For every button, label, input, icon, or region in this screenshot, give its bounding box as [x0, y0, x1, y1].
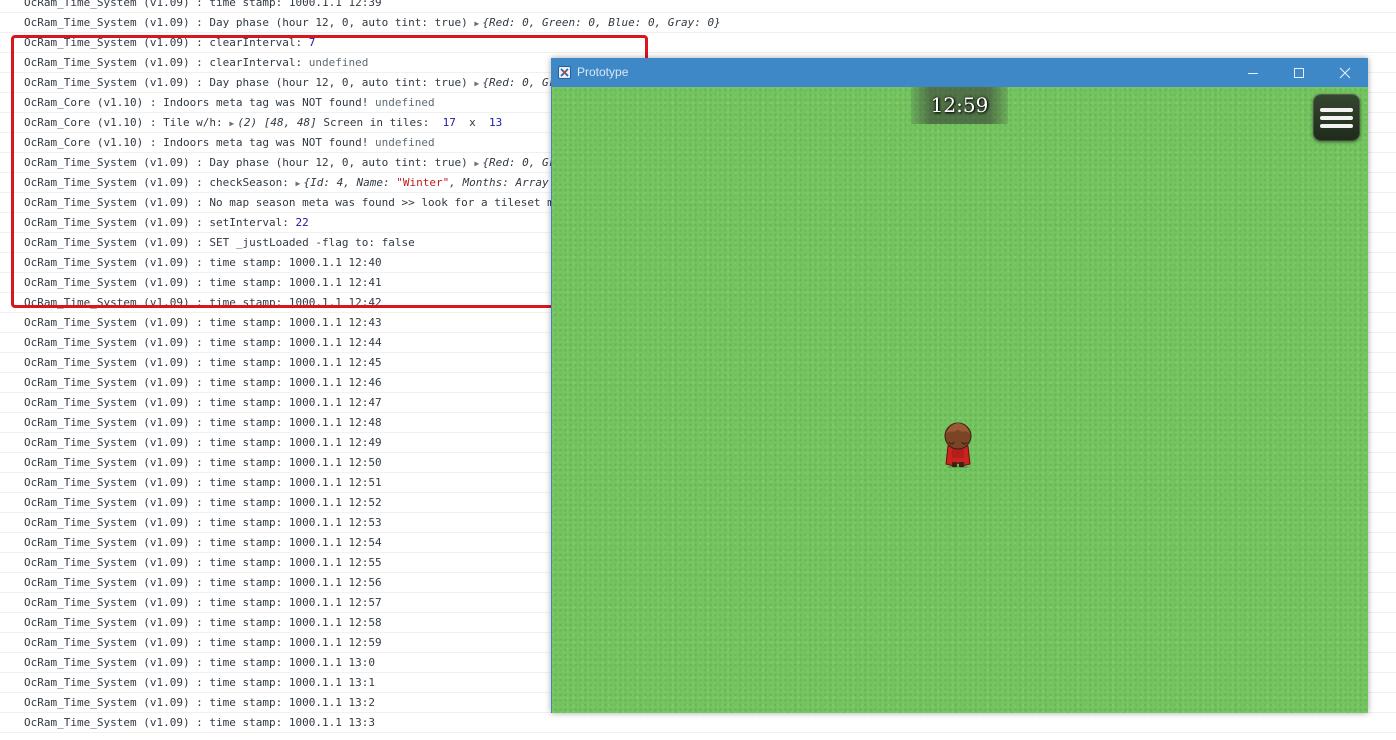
game-canvas[interactable]: 12:59 [552, 87, 1368, 713]
log-text: , Months: Array [449, 176, 549, 189]
log-text: OcRam_Time_System (v1.09) : SET _justLoa… [24, 236, 415, 249]
log-text: [48, 48] [263, 116, 317, 129]
log-text: OcRam_Time_System (v1.09) : time stamp: … [24, 336, 382, 349]
log-text: OcRam_Time_System (v1.09) : time stamp: … [24, 316, 382, 329]
log-text: OcRam_Time_System (v1.09) : time stamp: … [24, 456, 382, 469]
log-text: 0 [647, 16, 655, 29]
log-text: OcRam_Time_System (v1.09) : clearInterva… [24, 36, 309, 49]
maximize-button[interactable] [1276, 58, 1322, 87]
log-text: {Red: [482, 16, 523, 29]
game-window: Prototype 12:59 [551, 58, 1368, 713]
log-text: OcRam_Time_System (v1.09) : time stamp: … [24, 436, 382, 449]
log-text: 22 [295, 216, 309, 229]
log-text: OcRam_Core (v1.10) : Tile w/h: [24, 116, 230, 129]
log-text: OcRam_Time_System (v1.09) : time stamp: … [24, 696, 375, 709]
log-text: {Red: [482, 156, 523, 169]
close-button[interactable] [1322, 58, 1368, 87]
log-text: OcRam_Time_System (v1.09) : time stamp: … [24, 536, 382, 549]
log-text: OcRam_Time_System (v1.09) : Day phase (h… [24, 156, 475, 169]
log-text: OcRam_Core (v1.10) : Indoors meta tag wa… [24, 136, 375, 149]
log-text: OcRam_Time_System (v1.09) : time stamp: … [24, 416, 382, 429]
log-text: OcRam_Time_System (v1.09) : time stamp: … [24, 636, 382, 649]
log-text: OcRam_Time_System (v1.09) : time stamp: … [24, 356, 382, 369]
log-text: OcRam_Time_System (v1.09) : time stamp: … [24, 556, 382, 569]
log-text: OcRam_Time_System (v1.09) : time stamp: … [24, 676, 375, 689]
log-text: OcRam_Time_System (v1.09) : time stamp: … [24, 296, 382, 309]
player-character-sprite [944, 422, 972, 468]
log-text: OcRam_Time_System (v1.09) : time stamp: … [24, 496, 382, 509]
log-text: OcRam_Time_System (v1.09) : Day phase (h… [24, 16, 475, 29]
log-text: , Green: [528, 16, 589, 29]
log-text: OcRam_Time_System (v1.09) : time stamp: … [24, 516, 382, 529]
log-text: OcRam_Time_System (v1.09) : time stamp: … [24, 616, 382, 629]
title-bar[interactable]: Prototype [551, 58, 1368, 87]
log-text: OcRam_Time_System (v1.09) : setInterval: [24, 216, 296, 229]
log-text: OcRam_Time_System (v1.09) : time stamp: … [24, 656, 375, 669]
clock-time: 12:59 [930, 93, 989, 117]
console-log-row: OcRam_Time_System (v1.09) : Day phase (h… [0, 13, 1396, 33]
log-text: 0 [522, 76, 529, 89]
log-text: (2) [237, 116, 264, 129]
log-text: OcRam_Time_System (v1.09) : time stamp: … [24, 576, 382, 589]
minimize-button[interactable] [1230, 58, 1276, 87]
log-text: OcRam_Time_System (v1.09) : No map seaso… [24, 196, 554, 209]
log-text: OcRam_Time_System (v1.09) : time stamp: … [24, 596, 382, 609]
log-text: OcRam_Time_System (v1.09) : time stamp: … [24, 0, 382, 9]
menu-button[interactable] [1313, 94, 1360, 141]
log-text: OcRam_Time_System (v1.09) : clearInterva… [24, 56, 309, 69]
log-text: "Winter" [396, 176, 450, 189]
console-log-row: OcRam_Time_System (v1.09) : time stamp: … [0, 0, 1396, 13]
log-text: OcRam_Time_System (v1.09) : Day phase (h… [24, 76, 475, 89]
log-text: 0 [522, 156, 529, 169]
log-text: x [455, 116, 490, 129]
console-log-row: OcRam_Time_System (v1.09) : time stamp: … [0, 713, 1396, 733]
log-text: , Name: [343, 176, 397, 189]
log-text: OcRam_Time_System (v1.09) : checkSeason: [24, 176, 296, 189]
minimize-icon [1248, 72, 1258, 74]
log-text: , Blue: [594, 16, 648, 29]
log-text: 0 [588, 16, 595, 29]
log-text: OcRam_Time_System (v1.09) : time stamp: … [24, 276, 382, 289]
maximize-icon [1294, 67, 1304, 78]
clock-panel: 12:59 [911, 87, 1008, 124]
log-text: undefined [375, 96, 435, 109]
log-text: 0 [522, 16, 529, 29]
log-text: Screen in tiles: [316, 116, 443, 129]
log-text: undefined [375, 136, 435, 149]
log-text: OcRam_Time_System (v1.09) : time stamp: … [24, 256, 382, 269]
log-text: OcRam_Time_System (v1.09) : time stamp: … [24, 396, 382, 409]
log-text: {Red: [482, 76, 523, 89]
window-title: Prototype [577, 65, 629, 79]
console-log-row: OcRam_Time_System (v1.09) : clearInterva… [0, 33, 1396, 53]
log-text: OcRam_Time_System (v1.09) : time stamp: … [24, 476, 382, 489]
expand-triangle-icon[interactable]: ▶ [296, 174, 304, 192]
log-text: , Gray: [654, 16, 708, 29]
log-text: OcRam_Core (v1.10) : Indoors meta tag wa… [24, 96, 375, 109]
log-text: OcRam_Time_System (v1.09) : time stamp: … [24, 376, 382, 389]
log-text: } [714, 16, 721, 29]
log-text: OcRam_Time_System (v1.09) : time stamp: … [24, 716, 375, 729]
log-text: {Id: [303, 176, 337, 189]
log-text: undefined [308, 56, 369, 69]
close-icon [1339, 67, 1351, 78]
log-text: 17 [442, 116, 456, 129]
log-text: 7 [308, 36, 316, 49]
rpg-maker-icon [558, 66, 571, 79]
log-text: 13 [489, 116, 503, 129]
